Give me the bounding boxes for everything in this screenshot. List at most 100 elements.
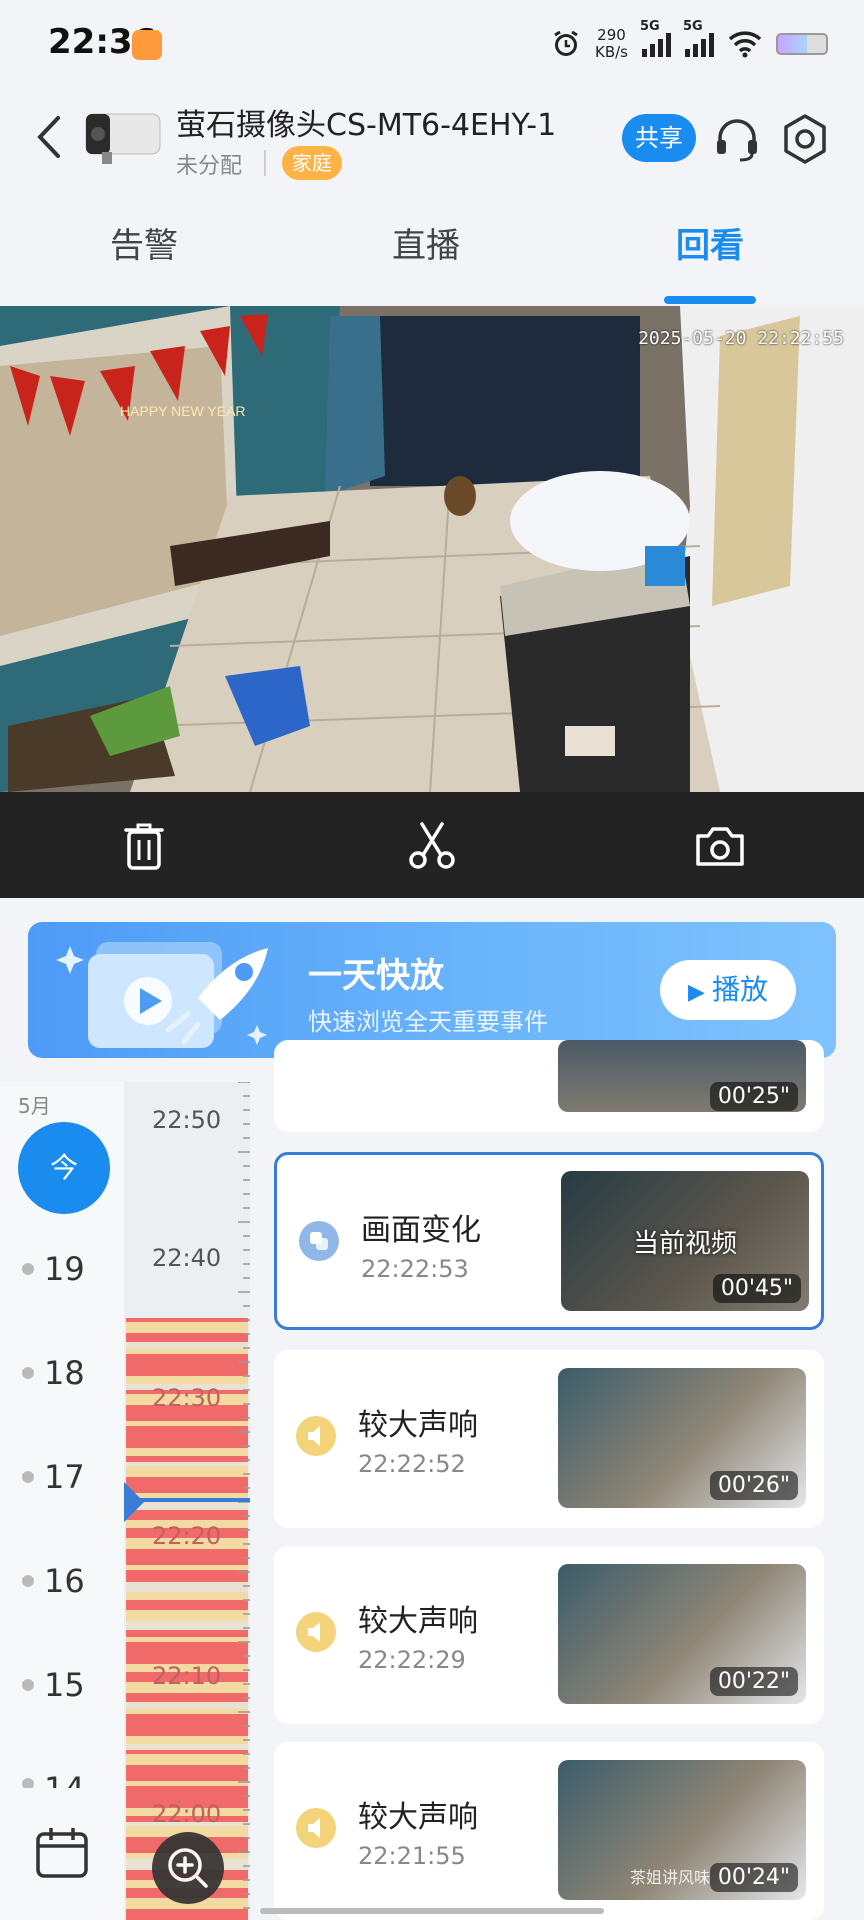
video-timestamp: 2025-05-20 22:22:55 <box>638 328 844 349</box>
signal-sim2-icon: 5G <box>683 19 714 57</box>
today-button[interactable]: 今 <box>18 1122 110 1214</box>
timeline-event-mark <box>126 1414 248 1421</box>
scissors-icon[interactable] <box>404 820 460 872</box>
status-indicators: 290 KB/s 5G 5G <box>551 19 828 66</box>
date-dot <box>22 1263 34 1275</box>
timeline-event-mark <box>126 1558 248 1565</box>
alarm-icon <box>554 30 578 56</box>
timeline-event-mark <box>126 1456 248 1462</box>
network-speed-unit: KB/s <box>595 43 628 61</box>
date-item-16[interactable]: 16 <box>22 1562 85 1600</box>
timeline-event-mark <box>126 1606 248 1610</box>
timeline-event-mark <box>126 1376 248 1384</box>
battery-icon <box>776 33 828 55</box>
timeline-event-mark <box>126 1744 248 1750</box>
timeline-label: 22:00 <box>152 1800 222 1828</box>
device-title: 萤石摄像头CS-MT6-4EHY-1 <box>176 108 557 143</box>
network-speed-value: 290 <box>597 26 626 44</box>
event-duration: 00'45" <box>712 1274 801 1303</box>
timeline-event-mark <box>126 1366 248 1376</box>
event-duration: 00'25" <box>709 1082 798 1111</box>
event-time: 22:22:53 <box>361 1255 469 1283</box>
timeline-label: 22:30 <box>152 1384 222 1412</box>
event-title: 画面变化 <box>361 1213 481 1248</box>
date-label: 18 <box>44 1354 85 1392</box>
tab-playback[interactable]: 回看 <box>610 218 810 267</box>
timeline-event-mark <box>126 1354 248 1366</box>
event-card[interactable]: 较大声响 22:22:29 00'22" <box>274 1546 824 1724</box>
wifi-icon <box>728 31 762 58</box>
headset-icon[interactable] <box>712 114 762 164</box>
tab-active-indicator <box>664 296 756 304</box>
home-indicator <box>260 1908 604 1914</box>
timeline-event-mark <box>126 1736 248 1744</box>
date-label: 17 <box>44 1458 85 1496</box>
event-duration: 00'24" <box>709 1863 798 1892</box>
event-time: 22:22:29 <box>358 1646 466 1674</box>
timeline-event-mark <box>126 1318 248 1322</box>
calendar-icon[interactable] <box>34 1824 90 1880</box>
sim2-label: 5G <box>683 19 703 34</box>
date-item-14[interactable]: 14 <box>22 1770 85 1788</box>
rocket-video-illustration <box>56 942 268 1048</box>
timeline-event-mark <box>126 1426 248 1438</box>
timeline-event-mark <box>126 1714 248 1726</box>
event-title: 较大声响 <box>358 1408 478 1443</box>
current-video-label: 当前视频 <box>632 1229 737 1259</box>
poster-text: HAPPY NEW YEAR <box>120 403 246 419</box>
date-item-18[interactable]: 18 <box>22 1354 85 1392</box>
event-time: 22:22:52 <box>358 1450 466 1478</box>
camera-device-icon <box>85 113 161 164</box>
camera-icon[interactable] <box>692 820 748 872</box>
event-thumbnail: 00'25" <box>558 1040 806 1112</box>
timeline-event-mark <box>126 1322 248 1333</box>
timeline-event-mark <box>126 1610 248 1621</box>
family-badge: 家庭 <box>282 146 342 180</box>
divider <box>264 150 266 176</box>
trash-icon[interactable] <box>116 820 172 872</box>
settings-icon[interactable] <box>780 112 830 166</box>
timeline-event-mark <box>126 1786 248 1798</box>
timeline-event-mark <box>126 1702 248 1709</box>
timeline-event-mark <box>126 1600 248 1606</box>
timeline-event-mark <box>126 1592 248 1600</box>
timeline-marker-icon[interactable] <box>124 1482 146 1522</box>
event-time: 22:21:55 <box>358 1842 466 1870</box>
date-item-17[interactable]: 17 <box>22 1458 85 1496</box>
event-card[interactable]: 较大声响 22:21:55 00'24" <box>274 1742 824 1920</box>
zoom-in-button[interactable] <box>152 1832 224 1904</box>
date-dot <box>22 1778 34 1788</box>
tab-alerts[interactable]: 告警 <box>44 218 244 267</box>
timeline-event-mark <box>126 1693 248 1702</box>
date-item-19[interactable]: 19 <box>22 1250 85 1288</box>
date-label: 15 <box>44 1666 85 1704</box>
share-button[interactable]: 共享 <box>622 114 696 162</box>
play-button[interactable]: ▶ 播放 <box>660 960 796 1020</box>
event-card[interactable]: 较大声响 22:22:52 00'26" <box>274 1350 824 1528</box>
date-item-15[interactable]: 15 <box>22 1666 85 1704</box>
date-dot <box>22 1367 34 1379</box>
tab-live[interactable]: 直播 <box>326 218 526 267</box>
event-duration: 00'26" <box>709 1471 798 1500</box>
device-group[interactable]: 未分配 <box>176 148 242 180</box>
event-thumbnail: 当前视频 00'45" <box>561 1171 809 1311</box>
date-label: 16 <box>44 1562 85 1600</box>
timeline-event-mark <box>126 1637 248 1642</box>
watermark: 茶姐讲风味 <box>630 1868 711 1887</box>
event-card[interactable]: 00'25" <box>274 1040 824 1132</box>
timeline-event-mark <box>126 1421 248 1426</box>
sound-icon <box>296 1612 336 1652</box>
app-notification-icon <box>132 30 162 60</box>
sound-icon <box>296 1416 336 1456</box>
event-card-current[interactable]: 画面变化 22:22:53 当前视频 00'45" <box>274 1152 824 1330</box>
timeline-event-mark <box>126 1438 248 1448</box>
event-title: 较大声响 <box>358 1604 478 1639</box>
timeline-event-mark <box>126 1765 248 1774</box>
back-arrow-icon[interactable] <box>30 112 70 162</box>
month-label: 5月 <box>18 1094 51 1118</box>
event-duration: 00'22" <box>709 1667 798 1696</box>
sound-icon <box>296 1808 336 1848</box>
event-thumbnail: 00'22" <box>558 1564 806 1704</box>
video-player[interactable]: HAPPY NEW YEAR <box>0 306 864 792</box>
timeline-label: 22:50 <box>152 1106 222 1134</box>
